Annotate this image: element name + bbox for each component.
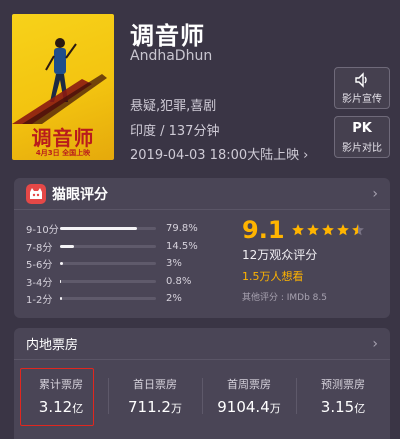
- poster-title: 调音师: [31, 126, 95, 150]
- rating-dist-fill: [60, 262, 63, 266]
- poster-date: 4月3日 全国上映: [35, 149, 91, 157]
- box-office-label: 预测票房: [321, 378, 365, 391]
- rating-dist-bar: [60, 262, 156, 266]
- movie-title: 调音师: [130, 22, 205, 50]
- box-office-stats: 累计票房 3.12亿 首日票房 711.2万 首周票房 9104.4万 预测票房…: [14, 366, 390, 426]
- rating-dist-bar: [60, 279, 156, 283]
- pk-icon: PK: [352, 120, 372, 136]
- rating-dist-label: 9-10分: [26, 225, 59, 237]
- rating-dist-pct: 2%: [166, 293, 182, 305]
- highlight-box: [20, 368, 94, 426]
- rating-dist-bar: [60, 227, 156, 231]
- rating-dist-bar: [60, 297, 156, 301]
- rating-dist-fill: [60, 279, 62, 283]
- rating-distribution: 9-10分 79.8% 7-8分 14.5% 5-6分 3% 3-4分 0.8%…: [26, 220, 206, 308]
- box-office-first-week: 首周票房 9104.4万: [202, 366, 296, 426]
- rating-dist-row: 7-8分 14.5%: [26, 238, 206, 256]
- movie-region-duration: 印度 / 137分钟: [130, 124, 220, 139]
- rating-dist-row: 9-10分 79.8%: [26, 220, 206, 238]
- rating-dist-pct: 0.8%: [166, 275, 192, 287]
- box-office-label: 首周票房: [227, 378, 271, 391]
- other-rating: 其他评分 : IMDb 8.5: [242, 293, 327, 303]
- rating-summary: 9.1 12万观众评分 1.5万人想看 其他评分 : IMDb 8.5: [242, 216, 382, 303]
- rating-dist-fill: [60, 227, 137, 231]
- rating-dist-fill: [60, 244, 74, 248]
- movie-release-date: 2019-04-03 18:00大陆上映: [130, 148, 300, 163]
- chevron-right-icon: ›: [303, 148, 309, 163]
- rating-dist-pct: 3%: [166, 258, 182, 270]
- compare-label: 影片对比: [342, 142, 382, 154]
- movie-poster[interactable]: 调音师 4月3日 全国上映: [12, 14, 114, 160]
- rating-dist-row: 3-4分 0.8%: [26, 273, 206, 291]
- rating-dist-label: 3-4分: [26, 277, 53, 289]
- star-icon: [351, 224, 364, 236]
- rating-card-header: 猫眼评分 ›: [14, 178, 390, 210]
- rating-dist-pct: 79.8%: [166, 223, 198, 235]
- box-office-label: 首日票房: [133, 378, 177, 391]
- movie-header: 调音师 4月3日 全国上映 调音师 AndhaDhun 悬疑,犯罪,喜剧 印度 …: [0, 0, 400, 175]
- box-office-total: 累计票房 3.12亿: [14, 366, 108, 426]
- rating-score: 9.1: [242, 216, 285, 244]
- box-office-value: 3.15亿: [320, 398, 366, 416]
- maoyan-rating-card[interactable]: 猫眼评分 › 9-10分 79.8% 7-8分 14.5% 5-6分 3% 3-…: [14, 178, 390, 318]
- rating-dist-label: 7-8分: [26, 242, 53, 254]
- rating-stars: [291, 223, 366, 237]
- box-office-forecast: 预测票房 3.15亿: [296, 366, 390, 426]
- rating-dist-row: 1-2分 2%: [26, 290, 206, 308]
- rating-dist-bar: [60, 244, 156, 248]
- box-office-value: 711.2万: [128, 398, 182, 416]
- rating-dist-label: 1-2分: [26, 295, 53, 307]
- box-office-title: 内地票房: [26, 338, 79, 353]
- poster-blood-streak: [12, 74, 107, 124]
- star-icon: [306, 224, 319, 236]
- rating-count: 12万观众评分: [242, 248, 318, 262]
- star-icon: [291, 224, 304, 236]
- promo-video-button[interactable]: 影片宣传: [334, 67, 390, 109]
- rating-card-title: 猫眼评分: [52, 186, 108, 203]
- chevron-right-icon: ›: [372, 185, 378, 202]
- star-icon: [336, 224, 349, 236]
- maoyan-cat-logo-icon: [26, 183, 46, 204]
- promo-video-label: 影片宣传: [342, 93, 382, 105]
- chevron-right-icon: ›: [372, 335, 378, 352]
- compare-button[interactable]: PK 影片对比: [334, 116, 390, 158]
- box-office-first-day: 首日票房 711.2万: [108, 366, 202, 426]
- want-to-see-count: 1.5万人想看: [242, 270, 304, 283]
- movie-genre: 悬疑,犯罪,喜剧: [130, 99, 217, 114]
- box-office-header: 内地票房 ›: [14, 328, 390, 360]
- promo-video-icon: [355, 71, 367, 88]
- rating-dist-row: 5-6分 3%: [26, 255, 206, 273]
- box-office-value: 9104.4万: [217, 398, 281, 416]
- rating-dist-label: 5-6分: [26, 260, 53, 272]
- movie-original-title: AndhaDhun: [130, 48, 213, 64]
- movie-release-link[interactable]: 2019-04-03 18:00大陆上映 ›: [130, 144, 308, 163]
- star-icon: [321, 224, 334, 236]
- box-office-card[interactable]: 内地票房 › 累计票房 3.12亿 首日票房 711.2万 首周票房 9104.…: [14, 328, 390, 439]
- rating-dist-fill: [60, 297, 62, 301]
- rating-dist-pct: 14.5%: [166, 240, 198, 252]
